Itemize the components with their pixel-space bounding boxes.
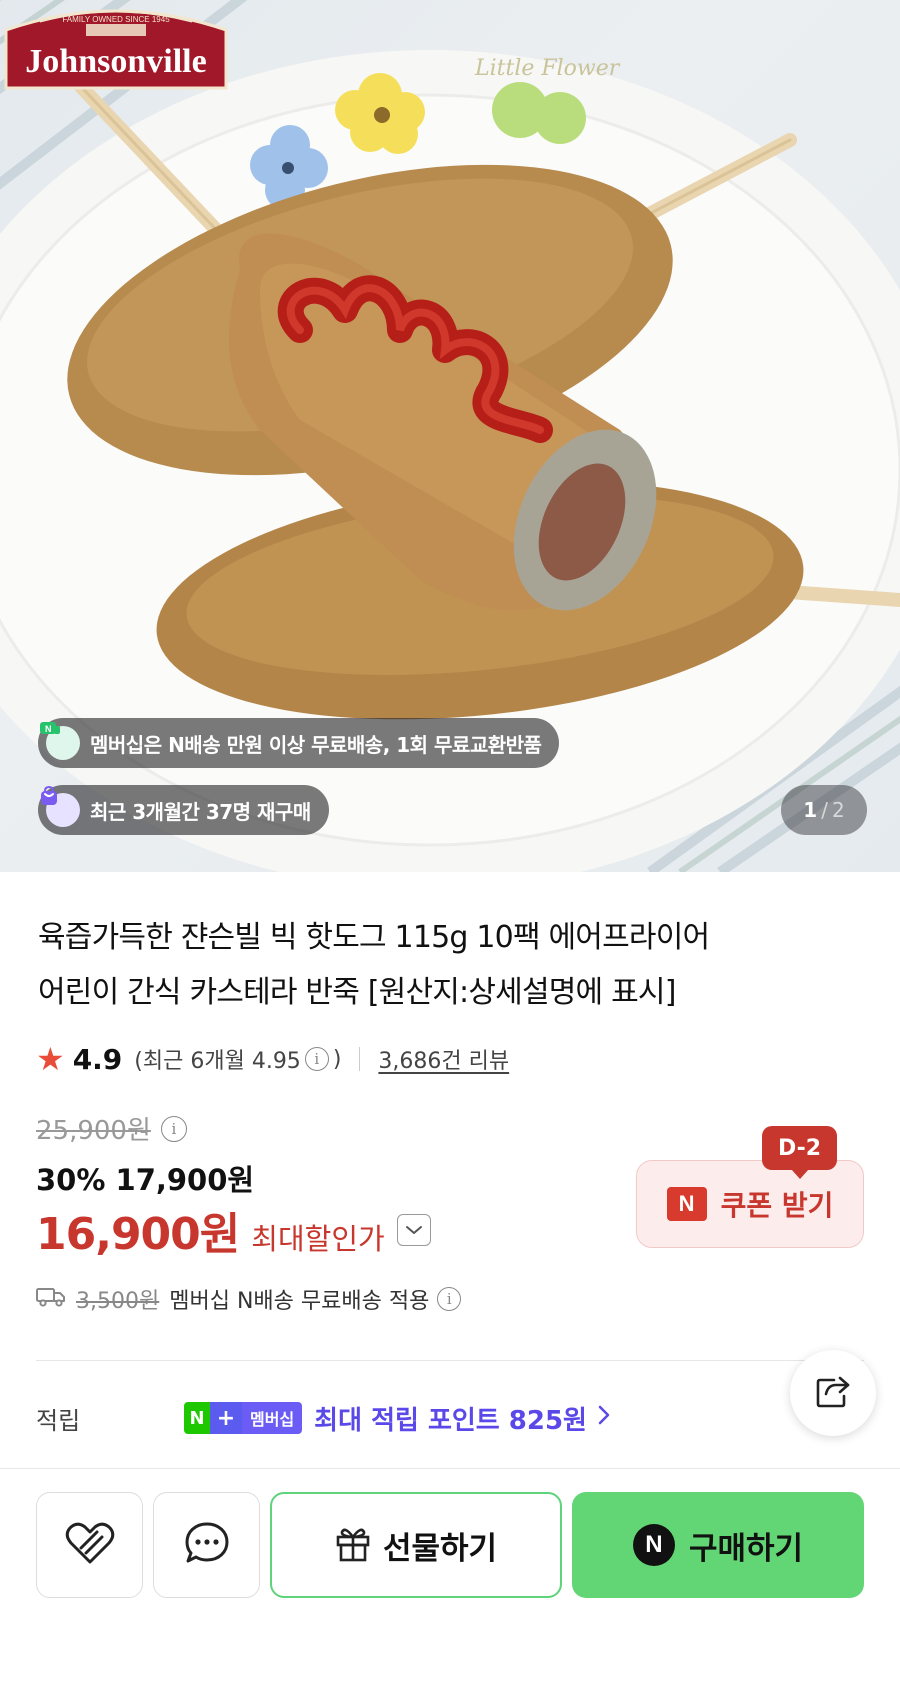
chat-bubble-icon xyxy=(183,1520,231,1570)
svg-text:FAMILY OWNED SINCE 1945: FAMILY OWNED SINCE 1945 xyxy=(62,15,170,24)
coupon-label: 쿠폰 받기 xyxy=(720,1189,834,1222)
section-divider xyxy=(36,1360,864,1361)
coupon-button[interactable]: N 쿠폰 받기 xyxy=(636,1160,864,1248)
membership-shipping-text: 멤버십은 N배송 만원 이상 무료배송, 1회 무료교환반품 xyxy=(90,732,542,757)
product-title-line2: 어린이 간식 카스테라 반죽 [원산지:상세설명에 표시] xyxy=(38,975,676,1010)
buy-label: 구매하기 xyxy=(688,1530,804,1567)
gift-icon xyxy=(335,1524,371,1566)
buy-button[interactable]: N 구매하기 xyxy=(572,1492,864,1598)
naver-pay-icon: N xyxy=(632,1524,675,1566)
pager-total: 2 xyxy=(831,798,845,822)
product-image-carousel[interactable]: Little Flower FAMILY OWNED SINCE 1945 Jo… xyxy=(0,0,900,872)
gift-label: 선물하기 xyxy=(382,1530,498,1567)
price-info-icon[interactable]: i xyxy=(160,1115,187,1142)
recent-rating: (최근 6개월 4.95 i ) xyxy=(134,1043,341,1075)
coupon-dday-badge: D-2 xyxy=(762,1126,838,1179)
divider xyxy=(359,1047,361,1071)
final-price-label: 최대할인가 xyxy=(251,1222,385,1256)
svg-text:Little Flower: Little Flower xyxy=(474,56,621,81)
recent-rating-text: (최근 6개월 4.95 xyxy=(134,1049,301,1074)
points-label: 적립 xyxy=(36,1406,81,1435)
svg-text:N: N xyxy=(45,724,51,734)
repurchase-text: 최근 3개월간 37명 재구매 xyxy=(90,799,311,824)
share-icon xyxy=(814,1374,852,1412)
naver-plus-membership-badge: N + 멤버십 xyxy=(184,1402,303,1434)
shipping-info-icon[interactable]: i xyxy=(437,1287,462,1311)
final-price: 16,900원 xyxy=(36,1209,240,1260)
sale-price: 30% 17,900원 xyxy=(36,1163,255,1197)
share-button[interactable] xyxy=(790,1350,876,1436)
talk-button[interactable] xyxy=(153,1492,260,1598)
points-row[interactable]: 적립 N + 멤버십 최대 적립 포인트 825원 xyxy=(36,1398,864,1438)
gift-button[interactable]: 선물하기 xyxy=(270,1492,562,1598)
bottom-bar-divider xyxy=(0,1468,900,1469)
star-icon: ★ xyxy=(36,1040,65,1078)
shopping-bag-icon xyxy=(41,785,80,827)
rating-score: 4.9 xyxy=(72,1042,123,1076)
final-price-row: 16,900원 최대할인가 xyxy=(36,1198,431,1262)
review-count-link[interactable]: 3,686건 리뷰 xyxy=(378,1043,509,1075)
repurchase-pill[interactable]: 최근 3개월간 37명 재구매 xyxy=(38,785,329,835)
max-points-text: 최대 적립 포인트 825원 xyxy=(314,1405,587,1436)
membership-shipping-pill[interactable]: N 멤버십은 N배송 만원 이상 무료배송, 1회 무료교환반품 xyxy=(38,718,560,768)
original-price: 25,900원 xyxy=(36,1116,151,1146)
shipping-old-fee: 3,500원 xyxy=(76,1289,160,1314)
wishlist-button[interactable] xyxy=(36,1492,143,1598)
naver-coupon-icon: N xyxy=(666,1187,707,1221)
rating-row: ★ 4.9 (최근 6개월 4.95 i ) 3,686건 리뷰 xyxy=(36,1039,509,1079)
info-icon[interactable]: i xyxy=(304,1047,329,1071)
chevron-right-icon xyxy=(597,1403,611,1433)
svg-text:Johnsonville: Johnsonville xyxy=(25,43,206,80)
naver-delivery-icon: N xyxy=(40,722,80,760)
recent-rating-close: ) xyxy=(332,1046,342,1072)
truck-icon xyxy=(36,1285,66,1313)
pager-current: 1 xyxy=(803,798,818,822)
heart-icon xyxy=(64,1520,116,1570)
johnsonville-logo: FAMILY OWNED SINCE 1945 Johnsonville xyxy=(4,9,228,90)
original-price-row: 25,900원 i xyxy=(36,1110,191,1147)
product-title-line1: 육즙가득한 쟌슨빌 빅 핫도그 115g 10팩 에어프라이어 xyxy=(38,920,710,955)
pager-separator: / xyxy=(821,798,828,822)
image-pager: 1 / 2 xyxy=(781,785,867,835)
chevron-down-icon[interactable] xyxy=(396,1214,431,1246)
product-title: 육즙가득한 쟌슨빌 빅 핫도그 115g 10팩 에어프라이어 어린이 간식 카… xyxy=(38,910,868,1020)
shipping-row: 3,500원 멤버십 N배송 무료배송 적용 i xyxy=(36,1281,465,1317)
shipping-text: 멤버십 N배송 무료배송 적용 xyxy=(169,1289,430,1314)
